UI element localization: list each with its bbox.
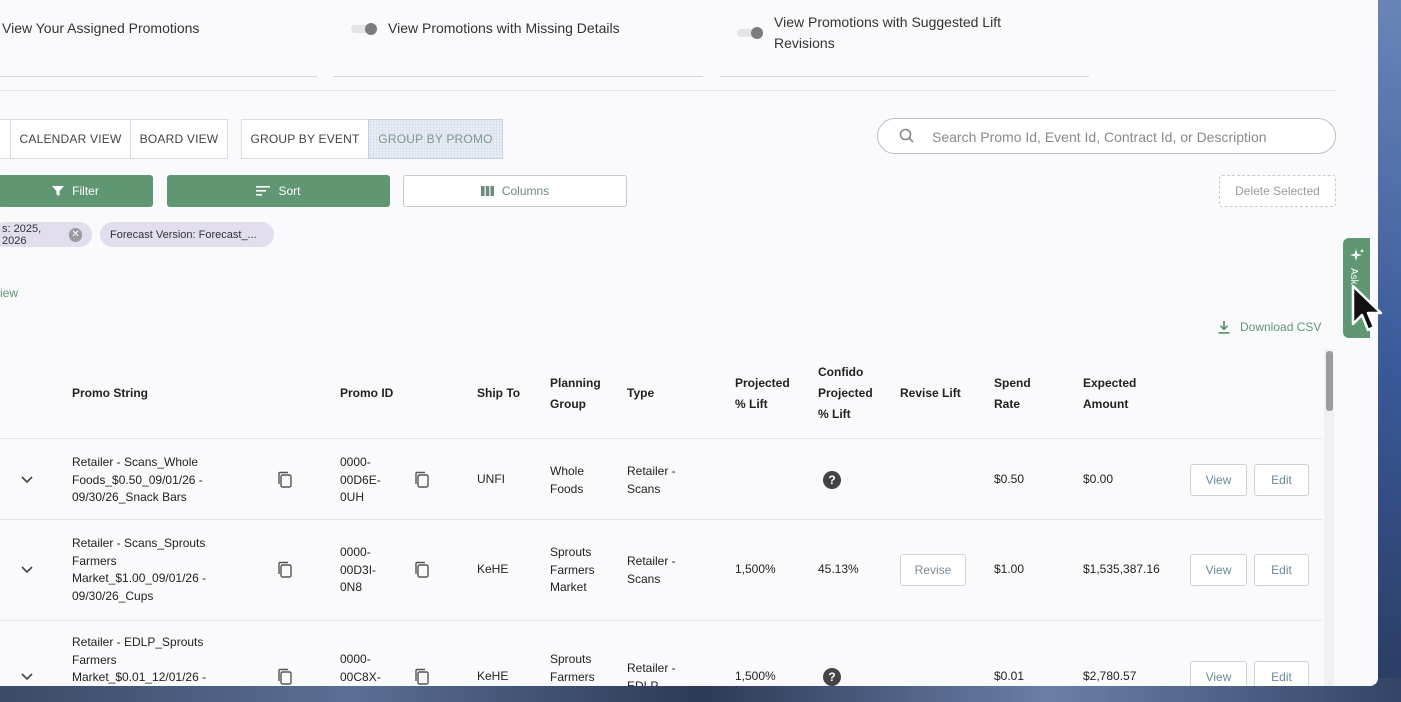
header-promo-id[interactable]: Promo ID (340, 383, 393, 404)
filter-chip-year[interactable]: s: 2025, 2026 ✕ (0, 222, 92, 247)
promo-id-cell: 0000- 00D6E- 0UH (340, 455, 381, 504)
divider (0, 76, 317, 77)
spend-rate-cell: $0.01 (994, 669, 1025, 683)
columns-button[interactable]: Columns (403, 175, 627, 207)
header-spend-rate[interactable]: Spend Rate (994, 373, 1031, 415)
copy-icon[interactable] (414, 561, 430, 579)
missing-details-label: View Promotions with Missing Details (388, 20, 620, 36)
projected-lift-cell: 1,500% (735, 562, 776, 576)
copy-icon[interactable] (414, 471, 430, 489)
help-icon[interactable]: ? (823, 668, 841, 686)
sort-icon (256, 186, 271, 196)
header-divider (0, 438, 1322, 439)
confido-lift-cell: 45.13% (818, 562, 859, 576)
section-divider (0, 90, 1336, 91)
board-view-button[interactable]: BOARD VIEW (130, 119, 228, 159)
help-icon[interactable]: ? (823, 471, 841, 489)
suggested-lift-toggle[interactable] (737, 27, 763, 39)
filter-button[interactable]: Filter (0, 175, 153, 207)
view-link[interactable]: iew (0, 286, 18, 300)
download-icon (1218, 320, 1230, 334)
expected-amount-cell: $1,535,387.16 (1083, 562, 1160, 576)
calendar-view-button[interactable]: CALENDAR VIEW (10, 119, 131, 159)
row-divider (0, 620, 1322, 621)
chevron-down-icon[interactable] (21, 673, 33, 681)
copy-icon[interactable] (277, 668, 293, 686)
planning-group-cell: Whole Foods (550, 464, 585, 496)
type-cell: Retailer - EDLP (627, 661, 676, 686)
chevron-down-icon[interactable] (21, 566, 33, 574)
row-divider (0, 519, 1322, 520)
delete-selected-button[interactable]: Delete Selected (1219, 175, 1336, 207)
expected-amount-cell: $2,780.57 (1083, 669, 1137, 683)
header-ship-to[interactable]: Ship To (477, 383, 520, 404)
filter-icon (52, 186, 65, 196)
planning-group-cell: Sprouts Farmers Market (550, 545, 595, 594)
header-promo-string[interactable]: Promo String (72, 383, 148, 404)
header-expected-amount[interactable]: Expected Amount (1083, 373, 1136, 415)
search-icon (899, 128, 914, 143)
promo-string-cell: Retailer - Scans_Whole Foods_$0.50_09/01/… (72, 455, 203, 504)
promo-id-cell: 0000- 00C8X- (340, 652, 381, 684)
ship-to-cell: KeHE (477, 669, 509, 683)
copy-icon[interactable] (414, 668, 430, 686)
missing-details-toggle[interactable] (351, 23, 377, 35)
chevron-down-icon[interactable] (21, 476, 33, 484)
header-revise-lift[interactable]: Revise Lift (900, 383, 961, 404)
view-button[interactable]: View (1190, 464, 1247, 496)
spend-rate-cell: $0.50 (994, 472, 1025, 486)
group-by-event-button[interactable]: GROUP BY EVENT (241, 119, 369, 159)
header-projected-lift[interactable]: Projected% Lift (735, 373, 790, 415)
type-cell: Retailer - Scans (627, 464, 676, 496)
header-confido-projected-lift[interactable]: Confido Projected% Lift (818, 362, 873, 425)
header-planning-group[interactable]: Planning Group (550, 373, 601, 415)
divider (333, 76, 703, 77)
suggested-lift-label: View Promotions with Suggested Lift Revi… (774, 14, 1001, 51)
view-button[interactable]: View (1190, 661, 1247, 686)
assigned-promotions-label: View Your Assigned Promotions (2, 20, 200, 36)
sparkle-icon (1350, 249, 1364, 261)
expected-amount-cell: $0.00 (1083, 472, 1114, 486)
edit-button[interactable]: Edit (1254, 554, 1309, 586)
filter-chip-forecast[interactable]: Forecast Version: Forecast_... (100, 222, 274, 247)
copy-icon[interactable] (277, 561, 293, 579)
columns-icon (480, 186, 494, 196)
header-type[interactable]: Type (627, 383, 654, 404)
copy-icon[interactable] (277, 471, 293, 489)
projected-lift-cell: 1,500% (735, 669, 776, 683)
edit-button[interactable]: Edit (1254, 464, 1309, 496)
promo-string-cell: Retailer - EDLP_Sprouts Farmers Market_$0.… (72, 635, 207, 684)
spend-rate-cell: $1.00 (994, 562, 1025, 576)
divider (720, 76, 1089, 77)
sort-button[interactable]: Sort (167, 175, 390, 207)
revise-button[interactable]: Revise (900, 554, 966, 586)
ship-to-cell: UNFI (477, 472, 505, 486)
ship-to-cell: KeHE (477, 562, 509, 576)
app-window: View Your Assigned Promotions View Promo… (0, 0, 1378, 686)
promo-id-cell: 0000- 00D3I- 0N8 (340, 545, 377, 594)
group-by-promo-button[interactable]: GROUP BY PROMO (368, 119, 503, 159)
search-box (877, 118, 1336, 154)
planning-group-cell: Sprouts Farmers (550, 652, 595, 684)
promo-string-cell: Retailer - Scans_Sprouts Farmers Market_$1… (72, 536, 207, 603)
close-icon[interactable]: ✕ (69, 227, 82, 242)
mouse-cursor-icon (1351, 284, 1383, 332)
view-button[interactable]: View (1190, 554, 1247, 586)
table-scrollbar-thumb[interactable] (1326, 351, 1333, 411)
edit-button[interactable]: Edit (1254, 661, 1309, 686)
type-cell: Retailer - Scans (627, 554, 676, 586)
search-input[interactable] (930, 125, 1324, 149)
download-csv-link[interactable]: Download CSV (1218, 320, 1321, 334)
